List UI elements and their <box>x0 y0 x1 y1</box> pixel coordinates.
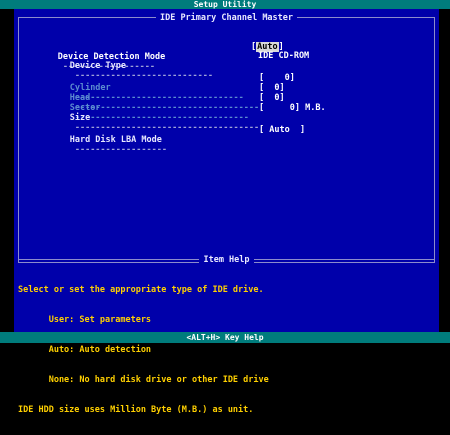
title-bar: Setup Utility <box>0 0 450 9</box>
panel-title-text: IDE Primary Channel Master <box>155 13 298 23</box>
sector-number: 0 <box>274 93 280 103</box>
size-label: Size <box>69 113 91 123</box>
size-number: 0 <box>289 103 295 113</box>
cylinder-number: 0 <box>284 73 290 83</box>
key-help-hint: <ALT+H> Key Help <box>186 333 264 342</box>
help-title-text: Item Help <box>199 255 254 265</box>
lba-mode-row[interactable]: Hard Disk LBA Mode ------------------ <box>39 125 172 165</box>
help-line: IDE HDD size uses Million Byte (M.B.) as… <box>18 405 254 415</box>
size-unit: M.B. <box>305 103 326 113</box>
head-number: 0 <box>274 83 280 93</box>
help-title: Item Help <box>14 255 439 265</box>
head-value: [ 0] <box>259 83 285 93</box>
help-line: User: Set parameters <box>18 315 152 325</box>
help-line: None: No hard disk drive or other IDE dr… <box>18 375 269 385</box>
help-text: Select or set the appropriate type of ID… <box>18 265 435 435</box>
sector-value: [ 0] <box>259 93 285 103</box>
lba-mode-label: Hard Disk LBA Mode <box>69 135 162 145</box>
panel-title: IDE Primary Channel Master <box>19 13 434 23</box>
lba-mode-selected[interactable]: Auto <box>269 125 289 135</box>
setup-screen: IDE Primary Channel Master Device Detect… <box>14 9 439 415</box>
key-help-bar: <ALT+H> Key Help <box>0 332 450 343</box>
help-line: Select or set the appropriate type of ID… <box>18 285 264 295</box>
device-type-value: IDE CD-ROM <box>258 51 310 61</box>
lba-mode-value[interactable]: [ Auto ] <box>259 125 305 135</box>
device-type-label: Device Type <box>69 61 127 71</box>
setup-utility-title: Setup Utility <box>193 0 257 9</box>
cylinder-value: [ 0] <box>259 73 295 83</box>
size-value: [ 0] M.B. <box>259 103 326 113</box>
settings-panel: IDE Primary Channel Master Device Detect… <box>18 13 435 263</box>
help-line: Auto: Auto detection <box>18 345 152 355</box>
